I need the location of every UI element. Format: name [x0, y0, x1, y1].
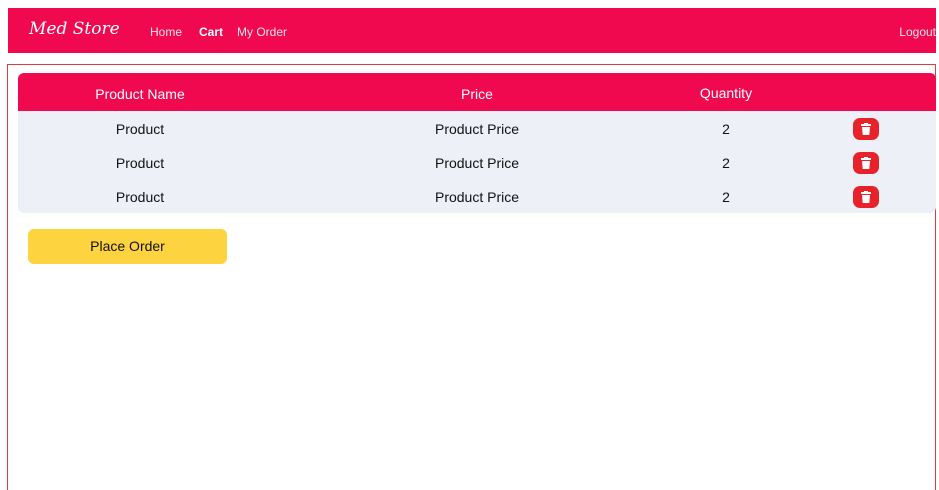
- nav-link-home[interactable]: Home: [150, 25, 182, 39]
- nav-link-my-order[interactable]: My Order: [237, 25, 287, 39]
- product-price-cell: Product Price: [434, 189, 520, 205]
- place-order-button[interactable]: Place Order: [28, 229, 227, 264]
- table-header: Product Name Price Quantity: [18, 73, 936, 111]
- navbar: Med Store Home Cart My Order Logout: [8, 8, 936, 53]
- trash-icon: [861, 123, 871, 135]
- product-name-cell: Product: [115, 155, 165, 171]
- trash-icon: [861, 191, 871, 203]
- delete-button[interactable]: [853, 118, 879, 140]
- quantity-cell: 2: [722, 155, 730, 171]
- logout-link[interactable]: Logout: [899, 25, 936, 39]
- brand-logo[interactable]: Med Store: [29, 19, 120, 39]
- column-header-quantity: Quantity: [699, 85, 753, 101]
- delete-button[interactable]: [853, 186, 879, 208]
- product-name-cell: Product: [115, 189, 165, 205]
- column-header-price: Price: [461, 86, 493, 102]
- product-name-cell: Product: [115, 121, 165, 137]
- trash-icon: [861, 157, 871, 169]
- quantity-cell: 2: [722, 121, 730, 137]
- product-price-cell: Product Price: [434, 121, 520, 137]
- column-header-product-name: Product Name: [95, 86, 185, 102]
- product-price-cell: Product Price: [434, 155, 520, 171]
- quantity-cell: 2: [722, 189, 730, 205]
- cart-table: Product Name Price Quantity Product Prod…: [18, 73, 936, 213]
- nav-link-cart[interactable]: Cart: [199, 25, 223, 39]
- delete-button[interactable]: [853, 152, 879, 174]
